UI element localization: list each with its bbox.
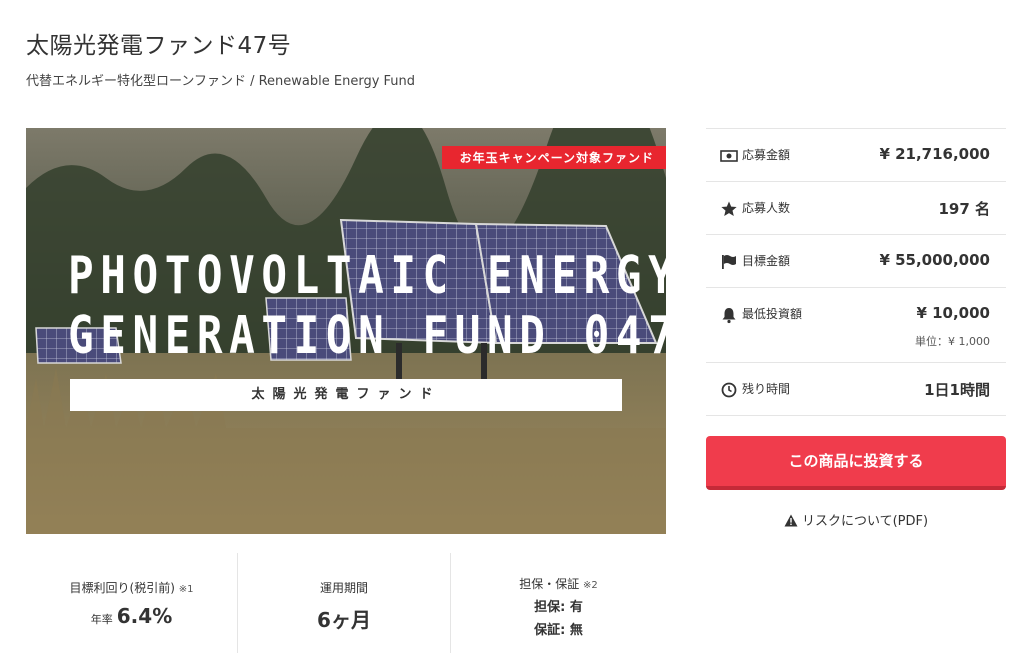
- flag-icon: [722, 255, 736, 269]
- hero-band-label: 太陽光発電ファンド: [70, 379, 622, 411]
- collateral-head: 担保・保証 ※2: [451, 575, 666, 592]
- clock-icon: [721, 382, 737, 398]
- target-yield-head: 目標利回り(税引前) ※1: [26, 579, 237, 596]
- min-investment-label: 最低投資額: [742, 307, 803, 321]
- time-left-label: 残り時間: [742, 382, 791, 396]
- fund-hero-image: お年玉キャンペーン対象ファンド PHOTOVOLTAIC ENERGY GENE…: [26, 128, 666, 534]
- min-investment-value: ¥ 10,000: [916, 304, 990, 322]
- applied-amount-value: ¥ 21,716,000: [879, 145, 990, 163]
- target-yield-value-wrap: 年率 6.4%: [26, 604, 237, 628]
- collateral-label: 担保・保証: [519, 577, 580, 591]
- invest-button[interactable]: この商品に投資する: [706, 436, 1006, 490]
- risk-pdf-link[interactable]: リスクについて(PDF): [706, 510, 1006, 529]
- target-yield-prefix: 年率: [90, 613, 113, 626]
- target-yield-value: 6.4%: [116, 604, 173, 628]
- period-value: 6ヶ月: [317, 608, 371, 632]
- hero-heading-line1: PHOTOVOLTAIC ENERGY: [68, 246, 666, 306]
- target-yield-note: ※1: [178, 584, 194, 595]
- applicants-value: 197 名: [938, 200, 990, 218]
- applicants-row: 応募人数 197 名: [706, 182, 1006, 235]
- page-subtitle: 代替エネルギー特化型ローンファンド / Renewable Energy Fun…: [26, 74, 416, 89]
- target-amount-value: ¥ 55,000,000: [879, 251, 990, 269]
- time-left-value: 1日1時間: [924, 381, 990, 399]
- time-left-row: 残り時間 1日1時間: [706, 363, 1006, 416]
- collateral-line: 担保: 有: [534, 600, 583, 615]
- collateral-note: ※2: [583, 580, 598, 591]
- bell-icon: [722, 308, 736, 324]
- guarantee-line: 保証: 無: [534, 623, 583, 638]
- risk-pdf-label: リスクについて(PDF): [801, 514, 929, 529]
- hero-heading-line2: GENERATION FUND 047: [68, 306, 666, 366]
- target-yield-label: 目標利回り(税引前): [69, 581, 175, 595]
- target-amount-row: 目標金額 ¥ 55,000,000: [706, 235, 1006, 288]
- star-icon: [721, 201, 737, 216]
- applied-amount-label: 応募金額: [742, 148, 791, 162]
- target-amount-label: 目標金額: [742, 254, 791, 268]
- target-yield-stat: 目標利回り(税引前) ※1 年率 6.4%: [26, 553, 238, 653]
- campaign-ribbon: お年玉キャンペーン対象ファンド: [441, 146, 666, 169]
- collateral-stat: 担保・保証 ※2 担保: 有 保証: 無: [451, 553, 666, 653]
- period-stat: 運用期間 6ヶ月: [238, 553, 451, 653]
- period-label: 運用期間: [319, 581, 368, 595]
- fund-info-panel: 応募金額 ¥ 21,716,000 応募人数 197 名 目標金額 ¥ 55,0…: [706, 128, 1006, 416]
- applied-amount-row: 応募金額 ¥ 21,716,000: [706, 129, 1006, 182]
- warning-icon: [784, 514, 798, 527]
- min-investment-unit: 単位：¥ 1,000: [915, 335, 990, 348]
- page-title: 太陽光発電ファンド47号: [26, 33, 292, 59]
- fund-stats: 目標利回り(税引前) ※1 年率 6.4% 運用期間 6ヶ月 担保・保証 ※2 担…: [26, 553, 666, 653]
- applicants-label: 応募人数: [742, 201, 791, 215]
- min-investment-row: 最低投資額 ¥ 10,000 単位：¥ 1,000: [706, 288, 1006, 363]
- money-icon: [720, 150, 738, 162]
